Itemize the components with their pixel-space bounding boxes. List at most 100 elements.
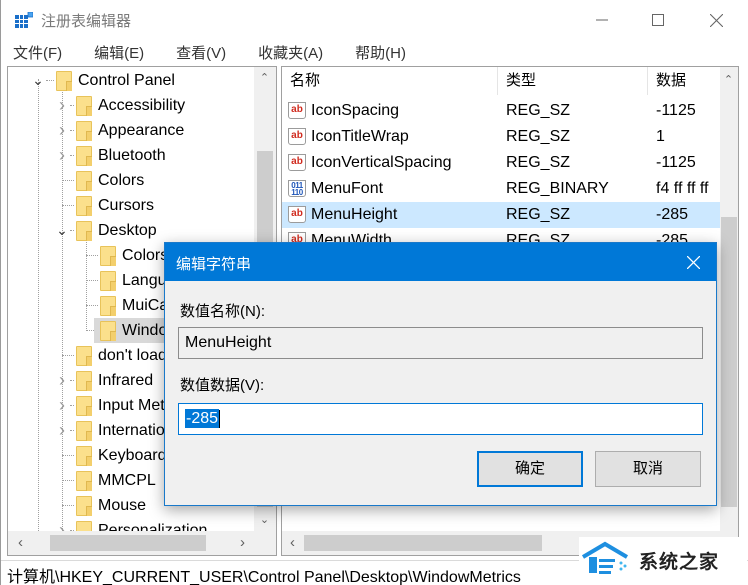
column-name-header[interactable]: 名称 [282,67,498,95]
tree-horizontal-scroll-thumb[interactable] [50,535,206,551]
chevron-right-icon[interactable]: › [56,146,68,164]
tree-item[interactable]: Personalization [76,518,207,531]
string-value-icon: ab [288,102,306,119]
tree-item[interactable]: Accessibility [76,93,185,118]
tree-connector-line [70,405,74,406]
folder-icon [76,395,92,416]
column-data-header[interactable]: 数据 [648,67,728,95]
cancel-button[interactable]: 取消 [595,451,701,487]
tree-item[interactable]: Bluetooth [76,143,166,168]
tree-item[interactable]: Desktop [76,218,157,243]
chevron-right-icon[interactable]: › [56,96,68,114]
chevron-right-icon[interactable]: › [56,121,68,139]
tree-connector-line [86,255,98,256]
value-name: IconTitleWrap [311,128,409,145]
ok-button[interactable]: 确定 [477,451,583,487]
chevron-right-icon[interactable]: › [56,521,68,531]
tree-connector-line [70,155,74,156]
value-type: REG_SZ [506,154,571,171]
chevron-right-icon[interactable]: › [56,421,68,439]
scroll-up-arrow-icon[interactable]: ⌃ [720,71,737,88]
tree-guide-line [38,79,39,531]
value-data-input[interactable]: -285 [178,403,703,435]
minimize-button[interactable] [579,0,625,40]
tree-connector-line [70,130,74,131]
close-icon [686,255,700,269]
scroll-up-arrow-icon[interactable]: ⌃ [256,69,273,86]
value-data: -1125 [656,102,696,119]
value-row[interactable]: ab IconTitleWrap REG_SZ 1 [282,124,720,150]
tree-item-label: don't load [98,346,167,364]
menu-favorites[interactable]: 收藏夹(A) [246,40,323,64]
folder-icon [76,95,92,116]
list-horizontal-scroll-thumb[interactable] [304,535,542,551]
tree-item[interactable]: MMCPL [76,468,156,493]
value-name: IconSpacing [311,102,400,119]
tree-connector-line [70,430,74,431]
tree-item[interactable]: Infrared [76,368,153,393]
tree-connector-line [62,180,74,181]
value-type: REG_BINARY [506,180,609,197]
title-bar: 注册表编辑器 [1,0,748,40]
tree-connector-line [86,305,98,306]
value-data-selected-text: -285 [185,409,220,428]
list-vertical-scroll-thumb[interactable] [721,217,737,507]
tree-item[interactable]: Colors [76,168,144,193]
dialog-title: 编辑字符串 [176,256,252,273]
scroll-left-arrow-icon[interactable]: ‹ [12,534,29,551]
dialog-close-button[interactable] [670,243,716,281]
value-row[interactable]: ab MenuHeight REG_SZ -285 [282,202,720,228]
value-name: MenuFont [311,180,384,197]
tree-item[interactable]: Mouse [76,493,146,518]
tree-item[interactable]: Colors [100,243,168,268]
value-data: f4 ff ff ff [656,180,709,197]
chevron-right-icon[interactable]: › [56,396,68,414]
tree-item[interactable]: don't load [76,343,167,368]
scroll-down-arrow-icon[interactable]: ⌄ [256,511,273,528]
tree-item-label: Accessibility [98,96,186,114]
edit-string-dialog: 编辑字符串 数值名称(N): MenuHeight 数值数据(V): -285 … [164,242,717,506]
list-vertical-scrollbar[interactable]: ⌃ [720,67,738,531]
tree-item[interactable]: Keyboard [76,443,167,468]
tree-connector-line [62,355,74,356]
menu-file[interactable]: 文件(F) [1,40,62,64]
close-button[interactable] [693,0,739,40]
folder-icon [100,295,116,316]
folder-icon [56,70,72,91]
tree-horizontal-scrollbar[interactable]: ‹ › [8,531,276,555]
value-row[interactable]: ab IconSpacing REG_SZ -1125 [282,98,720,124]
scroll-right-arrow-icon[interactable]: › [234,534,251,551]
registry-path: 计算机\HKEY_CURRENT_USER\Control Panel\Desk… [7,569,521,585]
value-name: MenuHeight [311,206,398,223]
folder-icon [100,320,116,341]
tree-item-label: Colors [122,246,169,264]
tree-item[interactable]: Cursors [76,193,154,218]
menu-bar: 文件(F) 编辑(E) 查看(V) 收藏夹(A) 帮助(H) [1,40,748,64]
menu-view[interactable]: 查看(V) [164,40,226,64]
value-data: 1 [656,128,665,145]
value-row[interactable]: 011 110 MenuFont REG_BINARY f4 ff ff ff [282,176,720,202]
tree-connector-line [70,105,74,106]
folder-icon [76,495,92,516]
window-title: 注册表编辑器 [41,13,132,30]
value-row[interactable]: ab IconVerticalSpacing REG_SZ -1125 [282,150,720,176]
tree-item[interactable]: Appearance [76,118,184,143]
value-name-field[interactable]: MenuHeight [178,327,703,359]
tree-connector-line [62,480,74,481]
chevron-down-icon[interactable]: ⌄ [32,73,44,87]
folder-icon [76,120,92,141]
value-type: REG_SZ [506,102,571,119]
menu-edit[interactable]: 编辑(E) [82,40,144,64]
tree-item[interactable]: Control Panel [56,68,175,93]
tree-item-label: Keyboard [98,446,167,464]
chevron-down-icon[interactable]: ⌄ [56,223,68,237]
value-data: -1125 [656,154,696,171]
minimize-icon [596,19,608,21]
chevron-right-icon[interactable]: › [56,371,68,389]
tree-item-label: Control Panel [78,71,175,89]
maximize-button[interactable] [635,0,681,40]
column-type-header[interactable]: 类型 [498,67,648,95]
menu-help[interactable]: 帮助(H) [343,40,406,64]
tree-item-label: Colors [98,171,145,189]
scroll-left-arrow-icon[interactable]: ‹ [284,534,301,551]
